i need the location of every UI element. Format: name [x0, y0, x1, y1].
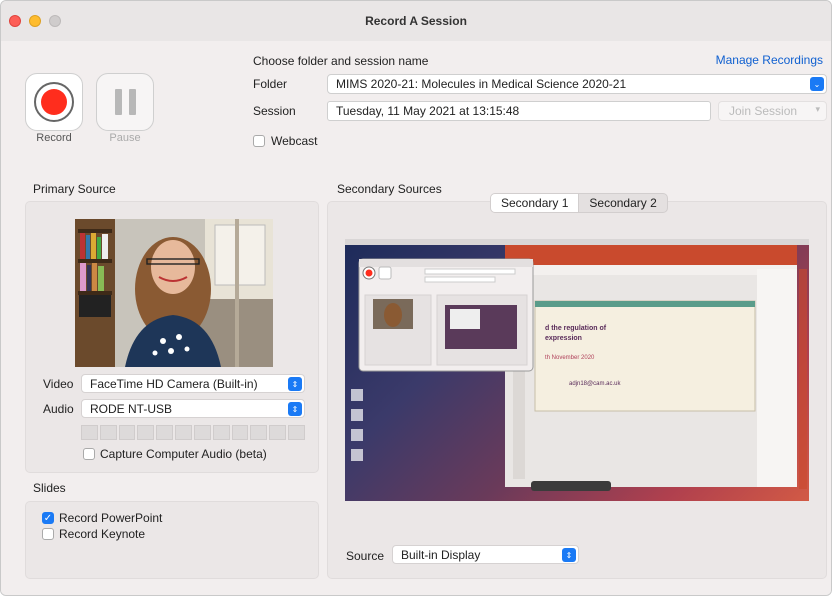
slides-title: Slides: [33, 481, 66, 495]
preview-slide-title-2: expression: [545, 335, 582, 342]
folder-label: Folder: [253, 77, 288, 91]
session-name-input[interactable]: Tuesday, 11 May 2021 at 13:15:48: [327, 101, 711, 121]
pause-label: Pause: [109, 132, 141, 144]
join-session-label: Join Session: [729, 104, 798, 118]
meter-segment: [250, 425, 268, 440]
record-button[interactable]: [25, 73, 83, 131]
meter-segment: [175, 425, 192, 440]
session-name-value: Tuesday, 11 May 2021 at 13:15:48: [336, 104, 520, 118]
close-window-button[interactable]: [9, 15, 21, 27]
secondary-tabs: Secondary 1 Secondary 2: [490, 193, 668, 213]
chevron-down-icon: ⌄: [810, 77, 824, 91]
record-icon: [34, 82, 74, 122]
record-keynote-label: Record Keynote: [59, 527, 146, 541]
meter-segment: [156, 425, 174, 440]
preview-slide-title-1: d the regulation of: [545, 325, 607, 332]
audio-level-meter: [81, 425, 305, 440]
meter-segment: [231, 425, 249, 440]
meter-segment: [193, 425, 211, 440]
capture-audio-checkbox[interactable]: [83, 448, 95, 460]
manage-recordings-link[interactable]: Manage Recordings: [716, 53, 823, 67]
join-session-button[interactable]: Join Session ▾: [718, 101, 827, 121]
video-select[interactable]: FaceTime HD Camera (Built-in) ⇕: [81, 374, 305, 393]
record-label: Record: [36, 132, 72, 144]
camera-preview: [75, 219, 273, 367]
pause-button[interactable]: [96, 73, 154, 131]
primary-source-title: Primary Source: [33, 182, 116, 196]
window-title: Record A Session: [365, 14, 467, 28]
meter-segment: [99, 425, 117, 440]
audio-select[interactable]: RODE NT-USB ⇕: [81, 399, 305, 418]
choose-folder-label: Choose folder and session name: [253, 54, 429, 68]
meter-segment: [118, 425, 136, 440]
source-select-value: Built-in Display: [401, 548, 481, 562]
source-label: Source: [346, 549, 385, 563]
record-session-window: Record A Session Record Pause Choose fol…: [0, 0, 832, 596]
meter-segment: [288, 425, 305, 440]
audio-label: Audio: [43, 402, 74, 416]
folder-select[interactable]: MIMS 2020-21: Molecules in Medical Scien…: [327, 74, 827, 94]
chevron-down-icon: ▾: [815, 104, 820, 114]
chevron-updown-icon: ⇕: [288, 377, 302, 391]
chevron-updown-icon: ⇕: [288, 402, 302, 416]
record-powerpoint-label: Record PowerPoint: [59, 511, 163, 525]
capture-audio-label: Capture Computer Audio (beta): [100, 447, 267, 461]
record-keynote-checkbox[interactable]: [42, 528, 54, 540]
chevron-updown-icon: ⇕: [562, 548, 576, 562]
camera-preview-image: [75, 219, 273, 367]
tab-secondary-1[interactable]: Secondary 1: [491, 194, 580, 212]
screen-preview: d the regulation of expression th Novemb…: [345, 239, 809, 501]
video-select-value: FaceTime HD Camera (Built-in): [90, 377, 258, 391]
record-powerpoint-checkbox[interactable]: ✓: [42, 512, 54, 524]
main-content: Record Pause Choose folder and session n…: [1, 41, 831, 595]
window-controls: [9, 15, 61, 27]
meter-segment: [81, 425, 98, 440]
zoom-window-button[interactable]: [49, 15, 61, 27]
webcast-label: Webcast: [271, 134, 318, 148]
source-select[interactable]: Built-in Display ⇕: [392, 545, 579, 564]
preview-slide-email: adjn18@cam.ac.uk: [569, 381, 621, 387]
audio-select-value: RODE NT-USB: [90, 402, 173, 416]
tab-secondary-2[interactable]: Secondary 2: [579, 194, 666, 212]
webcast-checkbox[interactable]: [253, 135, 265, 147]
secondary-sources-title: Secondary Sources: [337, 182, 442, 196]
folder-select-value: MIMS 2020-21: Molecules in Medical Scien…: [336, 77, 627, 91]
title-bar: Record A Session: [1, 1, 831, 41]
meter-segment: [212, 425, 230, 440]
meter-segment: [269, 425, 287, 440]
preview-slide-date: th November 2020: [545, 355, 595, 361]
meter-segment: [137, 425, 155, 440]
minimize-window-button[interactable]: [29, 15, 41, 27]
session-label: Session: [253, 104, 296, 118]
pause-icon: [114, 89, 122, 115]
video-label: Video: [43, 377, 74, 391]
screen-preview-image: [345, 239, 809, 491]
pause-icon-bar: [128, 89, 136, 115]
